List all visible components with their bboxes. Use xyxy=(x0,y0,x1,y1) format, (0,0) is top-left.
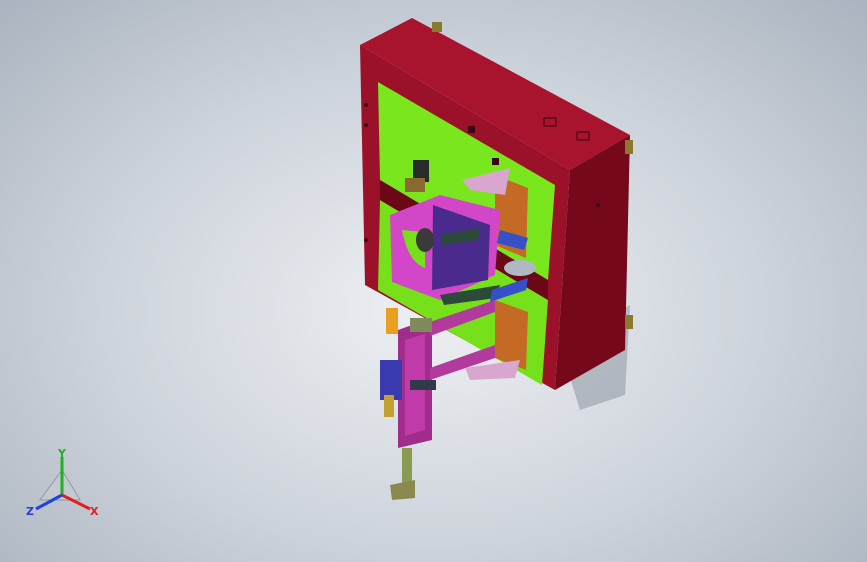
frame-hole xyxy=(492,158,499,165)
frame-hole xyxy=(364,238,368,242)
frame-knob xyxy=(625,315,633,329)
frame-hole xyxy=(364,103,368,107)
coordinate-triad-icon[interactable]: Y X Z xyxy=(22,445,112,530)
sensor-mount xyxy=(405,178,425,192)
panel-slot-opening xyxy=(504,260,536,276)
x-axis-label: X xyxy=(90,505,99,518)
graphics-viewport[interactable]: Y X Z xyxy=(0,0,867,562)
frame-knob xyxy=(625,140,633,154)
nozzle-tip xyxy=(390,480,415,500)
cad-assembly-model[interactable] xyxy=(0,0,867,562)
arm-bracket xyxy=(410,380,436,390)
arm-side-part xyxy=(386,308,398,334)
arm-side-actuator xyxy=(380,360,402,400)
frame-hole xyxy=(364,123,368,127)
rotary-joint xyxy=(416,228,434,252)
frame-knob xyxy=(432,22,442,32)
z-axis-label: Z xyxy=(26,505,34,518)
arm-side-fitting xyxy=(384,395,394,417)
frame-hole xyxy=(468,126,475,133)
guide-block-lower xyxy=(495,300,528,370)
y-axis-label: Y xyxy=(57,447,67,460)
frame-hole xyxy=(596,203,600,207)
arm-cap xyxy=(410,318,432,332)
nozzle-shaft xyxy=(402,448,412,486)
